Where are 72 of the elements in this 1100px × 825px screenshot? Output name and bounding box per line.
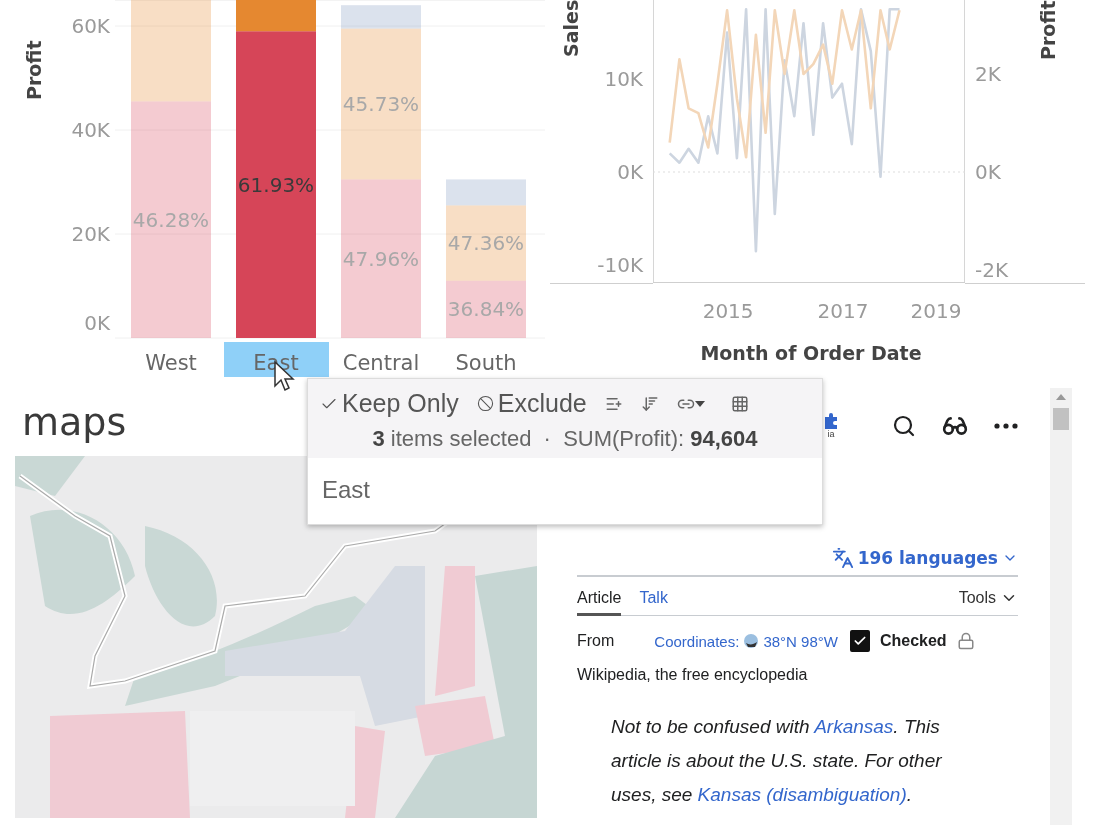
scrollbar[interactable] xyxy=(1050,388,1072,825)
puzzle-icon xyxy=(823,413,839,429)
article-link[interactable]: Arkansas xyxy=(814,716,894,737)
axis-tick-label: 0K xyxy=(975,160,1001,184)
data-label: 45.73% xyxy=(342,92,420,116)
axis-tick-label: 2019 xyxy=(910,299,962,323)
axis-tick-label: -10K xyxy=(597,253,643,277)
checkbox[interactable] xyxy=(849,630,870,652)
data-label: 36.84% xyxy=(447,297,525,322)
table-button[interactable] xyxy=(730,394,749,413)
axis-tick-label: 2K xyxy=(975,62,1001,86)
grid-icon xyxy=(730,394,749,413)
panel-title: maps xyxy=(21,400,127,444)
more-icon xyxy=(994,423,1018,429)
search-icon xyxy=(892,414,916,438)
axis-tick-label: 2017 xyxy=(817,299,869,323)
data-label: 47.36% xyxy=(447,231,525,256)
bar-segment[interactable] xyxy=(131,0,211,102)
globe-icon xyxy=(743,633,760,649)
bar-segment[interactable] xyxy=(446,280,526,338)
search-button[interactable] xyxy=(892,414,916,438)
tooltip-value: East xyxy=(321,475,372,505)
translate-icon xyxy=(831,547,854,569)
hatnote-text: Not to be confused with Arkansas. This article is about the U.S. state. For other uses, see Kansas (disambiguation). xyxy=(611,715,943,807)
axis-title: Profit xyxy=(1037,0,1059,60)
axis-tick-label: 2015 xyxy=(702,299,754,323)
category-label[interactable]: West xyxy=(145,351,197,375)
axis-tick-label: 40K xyxy=(71,118,110,142)
coordinates-link[interactable]: Coordinates: 38°N 98°W xyxy=(654,632,838,650)
data-label: 47.96% xyxy=(342,246,420,271)
bar-segment[interactable] xyxy=(131,101,211,338)
selection-summary: 3 items selected · SUM(Profit): 94,604 xyxy=(371,426,759,452)
page-tab[interactable]: Article xyxy=(577,589,622,616)
bar-segment[interactable] xyxy=(341,5,421,29)
sort-icon xyxy=(640,394,659,413)
category-label[interactable]: Central xyxy=(342,351,420,375)
bar-segment[interactable] xyxy=(341,179,421,338)
logo-text: ia xyxy=(827,429,835,439)
scroll-up-icon[interactable] xyxy=(1056,394,1066,400)
more-button[interactable] xyxy=(994,423,1018,429)
axis-tick-label: 10K xyxy=(604,67,643,91)
exclude-button[interactable]: Exclude xyxy=(476,389,587,418)
axis-tick-label: 0K xyxy=(84,311,110,335)
article-link[interactable]: Kansas (disambiguation) xyxy=(697,784,907,805)
from-text: From xyxy=(577,632,615,650)
keep-only-button[interactable]: Keep Only xyxy=(320,389,459,418)
bar-segment[interactable] xyxy=(236,0,316,32)
data-label: 61.93% xyxy=(237,172,315,197)
axis-tick-label: 60K xyxy=(71,14,110,38)
bar-segment[interactable] xyxy=(446,179,526,206)
page-tab[interactable]: Talk xyxy=(639,589,668,616)
axis-tick-label: -2K xyxy=(975,258,1009,282)
checked-label: Checked xyxy=(879,632,947,650)
sort-button[interactable] xyxy=(640,394,659,413)
languages-button[interactable]: 196 languages xyxy=(831,547,1018,569)
bar-segment[interactable] xyxy=(341,28,421,180)
tagline-text: Wikipedia, the free encyclopedia xyxy=(577,666,809,684)
axis-tick-label: 0K xyxy=(617,160,643,184)
axis-title: Month of Order Date xyxy=(700,342,922,364)
caret-icon xyxy=(694,400,705,407)
data-label: 46.28% xyxy=(132,207,210,232)
axis-title: Sales xyxy=(560,0,582,57)
scroll-thumb[interactable] xyxy=(1053,408,1069,430)
lock-icon xyxy=(956,632,975,650)
tools-menu[interactable]: Tools xyxy=(958,589,1018,615)
category-label[interactable]: South xyxy=(455,351,517,375)
ban-icon xyxy=(476,395,494,412)
check-icon xyxy=(852,634,867,648)
axis-tick-label: 20K xyxy=(71,222,110,246)
bar-segment[interactable] xyxy=(236,31,316,338)
bar-segment[interactable] xyxy=(446,205,526,281)
axis-title: Profit xyxy=(23,40,45,100)
